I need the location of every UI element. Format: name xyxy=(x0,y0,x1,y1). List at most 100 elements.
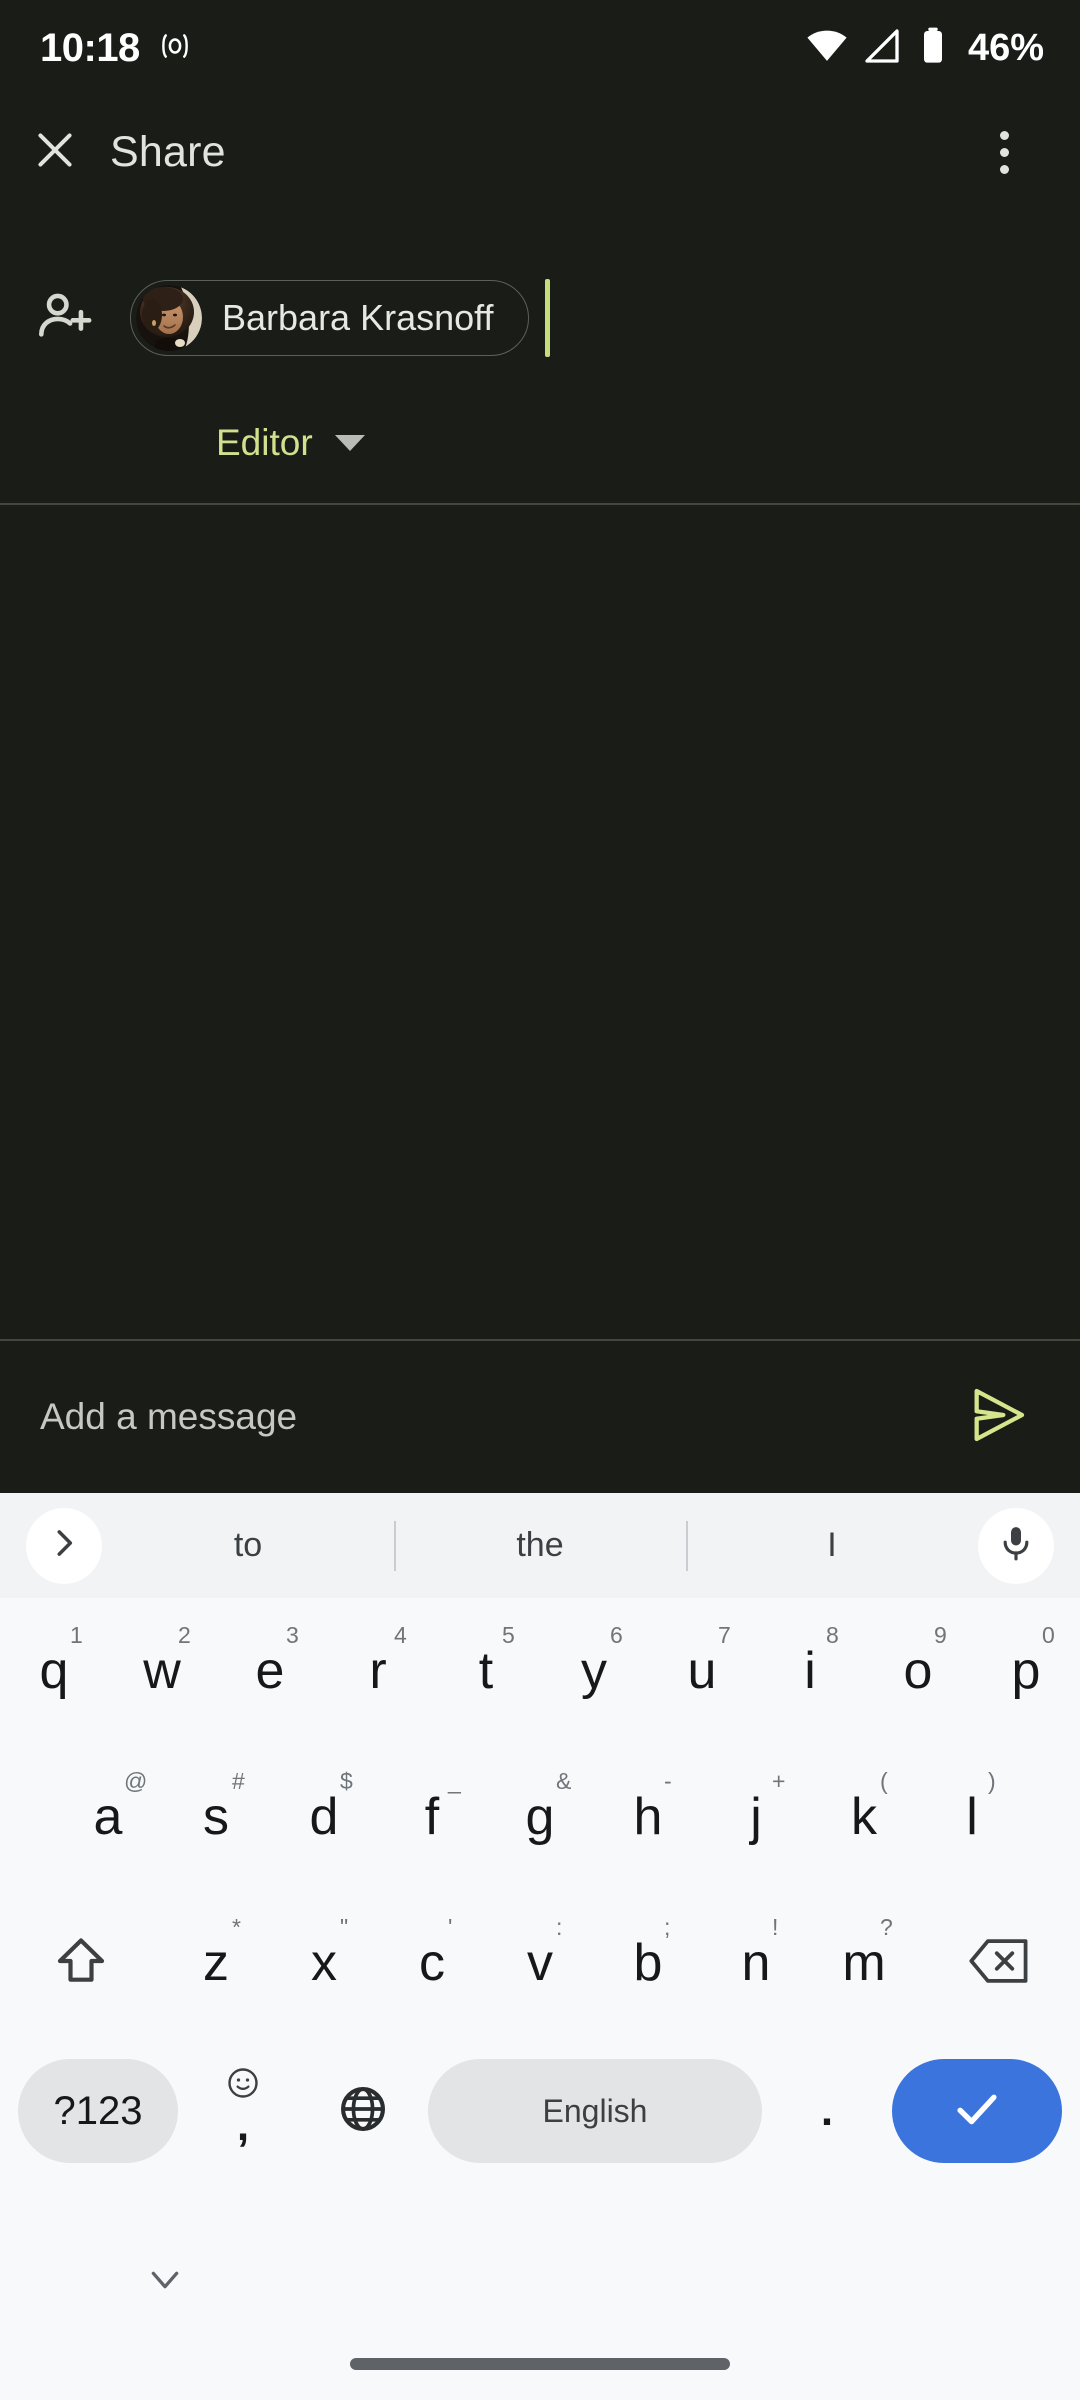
key-e-alt: 3 xyxy=(286,1622,299,1648)
text-cursor xyxy=(544,279,550,357)
key-n-alt: ! xyxy=(772,1914,779,1940)
more-vert-icon-dot3 xyxy=(999,164,1009,174)
recipient-chip[interactable]: Barbara Krasnoff xyxy=(130,280,529,356)
role-row: Editor xyxy=(0,402,1080,484)
person-add-icon xyxy=(36,287,94,350)
key-s-label: s xyxy=(203,1788,229,1846)
comma-key[interactable]: , xyxy=(188,2059,298,2163)
key-t-alt: 5 xyxy=(502,1622,515,1648)
checkmark-icon xyxy=(950,2082,1004,2141)
page-title: Share xyxy=(110,127,226,176)
close-icon xyxy=(30,125,80,180)
key-z[interactable]: * z xyxy=(162,1890,270,2036)
key-e-label: e xyxy=(255,1642,285,1700)
key-j-label: j xyxy=(750,1788,762,1846)
space-key[interactable]: English xyxy=(428,2059,762,2163)
key-v-label: v xyxy=(527,1934,553,1992)
key-x-alt: " xyxy=(340,1914,349,1940)
key-s[interactable]: # s xyxy=(162,1744,270,1890)
space-key-label: English xyxy=(542,2092,648,2129)
key-k-label: k xyxy=(851,1788,877,1846)
close-button[interactable] xyxy=(0,125,110,180)
key-r[interactable]: 4 r xyxy=(324,1598,432,1744)
key-p[interactable]: 0 p xyxy=(972,1598,1080,1744)
key-f[interactable]: _ f xyxy=(378,1744,486,1890)
key-f-label: f xyxy=(424,1788,440,1846)
keyboard-row-4: ?123 , English . xyxy=(0,2036,1080,2186)
recipient-name: Barbara Krasnoff xyxy=(222,297,494,338)
add-person-button[interactable] xyxy=(0,287,130,350)
recipient-row: Barbara Krasnoff xyxy=(0,268,1080,368)
content-area xyxy=(0,505,1080,1339)
key-n-label: n xyxy=(741,1934,771,1992)
key-t[interactable]: 5 t xyxy=(432,1598,540,1744)
key-h[interactable]: - h xyxy=(594,1744,702,1890)
send-icon xyxy=(966,1383,1030,1452)
key-x-label: x xyxy=(311,1934,337,1992)
key-b-label: b xyxy=(633,1934,663,1992)
key-g-label: g xyxy=(525,1788,555,1846)
key-x[interactable]: " x xyxy=(270,1890,378,2036)
comma-key-label: , xyxy=(236,2101,250,2150)
key-d[interactable]: $ d xyxy=(270,1744,378,1890)
key-y[interactable]: 6 y xyxy=(540,1598,648,1744)
key-d-label: d xyxy=(309,1788,339,1846)
status-bar: 10:18 46% xyxy=(0,0,1080,96)
overflow-menu-button[interactable] xyxy=(972,120,1036,184)
send-button[interactable] xyxy=(960,1379,1036,1455)
key-i[interactable]: 8 i xyxy=(756,1598,864,1744)
suggestion-item-2[interactable]: I xyxy=(686,1493,978,1598)
emoji-smiley-icon xyxy=(225,2065,261,2106)
shift-key[interactable] xyxy=(0,1933,162,1994)
key-h-label: h xyxy=(633,1788,663,1846)
shift-icon xyxy=(53,1933,109,1994)
voice-input-button[interactable] xyxy=(978,1507,1054,1584)
period-key[interactable]: . xyxy=(772,2059,882,2163)
key-z-label: z xyxy=(203,1934,229,1992)
language-switch-key[interactable] xyxy=(308,2059,418,2163)
key-u[interactable]: 7 u xyxy=(648,1598,756,1744)
key-z-alt: * xyxy=(232,1914,241,1940)
suggestion-item-1[interactable]: the xyxy=(394,1493,686,1598)
symbols-key-label: ?123 xyxy=(53,2088,143,2133)
expand-suggestions-button[interactable] xyxy=(26,1507,102,1584)
key-k-alt: ( xyxy=(880,1768,888,1794)
key-n[interactable]: ! n xyxy=(702,1890,810,2036)
chevron-right-icon xyxy=(45,1524,83,1567)
key-c[interactable]: ' c xyxy=(378,1890,486,2036)
key-k[interactable]: ( k xyxy=(810,1744,918,1890)
suggestion-item-0[interactable]: to xyxy=(102,1493,394,1598)
key-q-label: q xyxy=(39,1642,69,1700)
symbols-key[interactable]: ?123 xyxy=(18,2059,178,2163)
language-globe-icon xyxy=(337,2083,389,2140)
key-b[interactable]: ; b xyxy=(594,1890,702,2036)
key-j[interactable]: + j xyxy=(702,1744,810,1890)
key-o[interactable]: 9 o xyxy=(864,1598,972,1744)
key-q[interactable]: 1 q xyxy=(0,1598,108,1744)
keyboard-row-1: 1 q 2 w 3 e 4 r 5 t 6 y 7 u 8 i 9 o 0 p xyxy=(0,1598,1080,1744)
key-a[interactable]: @ a xyxy=(54,1744,162,1890)
hide-keyboard-button[interactable] xyxy=(130,2252,200,2312)
enter-key[interactable] xyxy=(892,2059,1062,2163)
cellular-signal-icon xyxy=(862,26,902,71)
role-dropdown-button[interactable]: Editor xyxy=(206,416,375,470)
avatar xyxy=(136,285,202,351)
key-e[interactable]: 3 e xyxy=(216,1598,324,1744)
key-m-label: m xyxy=(842,1934,886,1992)
key-a-alt: @ xyxy=(124,1768,148,1794)
message-input[interactable]: Add a message xyxy=(40,1396,960,1438)
keyboard-row-3: * z " x ' c : v ; b ! n ? m xyxy=(0,1890,1080,2036)
key-l-alt: ) xyxy=(988,1768,996,1794)
suggestion-list: to the I xyxy=(102,1493,978,1598)
key-b-alt: ; xyxy=(664,1914,671,1940)
key-g[interactable]: & g xyxy=(486,1744,594,1890)
period-key-label: . xyxy=(820,2086,834,2135)
key-v[interactable]: : v xyxy=(486,1890,594,2036)
backspace-key[interactable] xyxy=(918,1935,1080,1992)
key-l-label: l xyxy=(966,1788,978,1846)
key-f-alt: _ xyxy=(448,1768,461,1794)
key-l[interactable]: ) l xyxy=(918,1744,1026,1890)
home-indicator[interactable] xyxy=(350,2358,730,2370)
key-w[interactable]: 2 w xyxy=(108,1598,216,1744)
key-m[interactable]: ? m xyxy=(810,1890,918,2036)
